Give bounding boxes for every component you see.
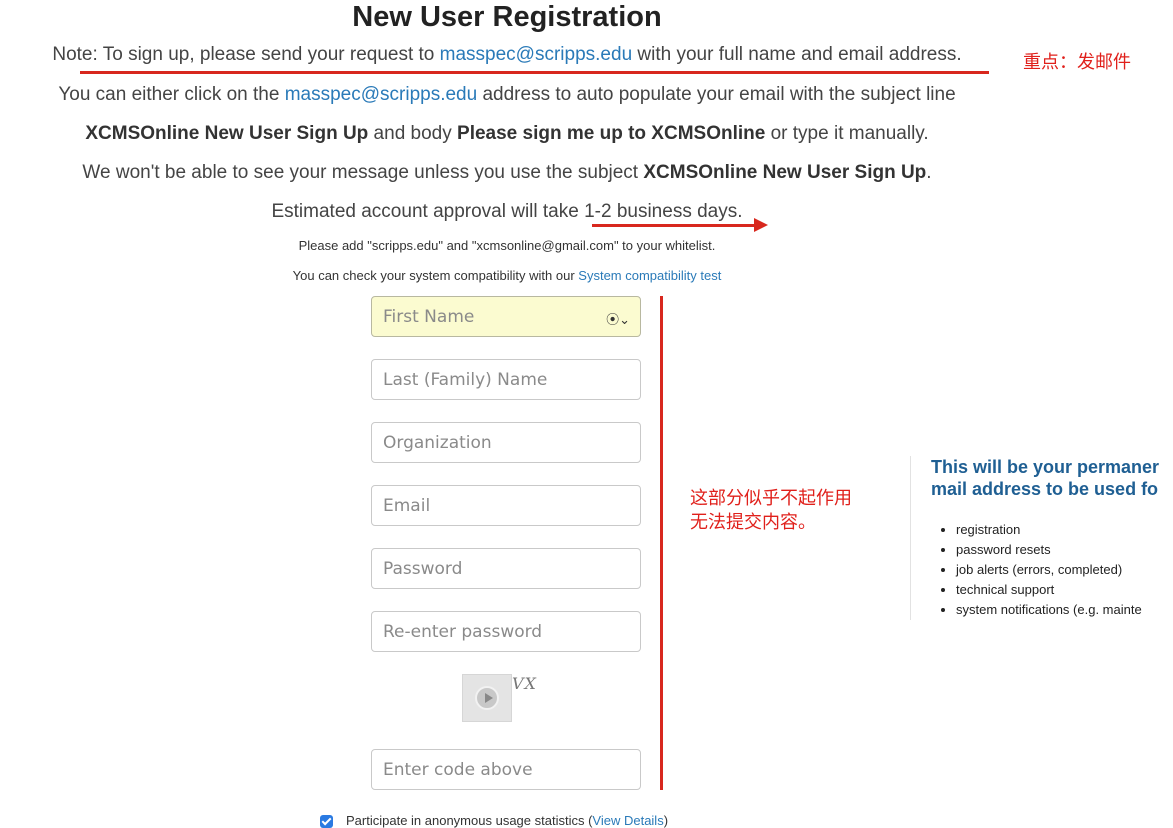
- annotation-vertical-line: [660, 296, 663, 790]
- annotation-key-point: 重点：发邮件: [1023, 52, 1131, 73]
- info-title-line-1: This will be your permaner: [931, 457, 1160, 477]
- compat-line: You can check your system compatibility …: [0, 268, 1014, 283]
- line4-text-2: .: [926, 162, 932, 183]
- user-circle-icon[interactable]: ⦿⌄: [606, 309, 630, 328]
- note-email-link[interactable]: masspec@scripps.edu: [440, 44, 632, 65]
- organization-input[interactable]: [372, 423, 603, 462]
- page-title: New User Registration: [352, 1, 662, 33]
- captcha-code-field[interactable]: [371, 749, 641, 790]
- view-details-link[interactable]: View Details: [592, 813, 663, 828]
- body-bold: Please sign me up to XCMSOnline: [457, 123, 766, 144]
- note-text-2: with your full name and email address.: [632, 44, 962, 65]
- arrow-right-icon: [754, 218, 768, 232]
- info-item: registration: [956, 520, 1142, 540]
- organization-field[interactable]: [371, 422, 641, 463]
- annotation-underline: [80, 71, 989, 74]
- last-name-input[interactable]: [372, 360, 603, 399]
- approval-line: Estimated account approval will take 1-2…: [271, 201, 743, 222]
- usage-stats-text: Participate in anonymous usage statistic…: [346, 813, 593, 828]
- last-name-field[interactable]: [371, 359, 641, 400]
- line3-text-2: or type it manually.: [765, 123, 929, 144]
- compat-text: You can check your system compatibility …: [292, 268, 579, 283]
- subject-bold: XCMSOnline New User Sign Up: [85, 123, 369, 144]
- annotation-form-note-2: 无法提交内容。: [690, 512, 816, 533]
- info-list: registration password resets job alerts …: [956, 520, 1142, 620]
- play-icon[interactable]: [475, 686, 499, 710]
- info-panel: This will be your permaner mail address …: [910, 456, 1173, 620]
- password-input[interactable]: [372, 549, 603, 588]
- compat-test-link[interactable]: System compatibility test: [578, 268, 721, 283]
- whitelist-line: Please add "scripps.edu" and "xcmsonline…: [298, 238, 716, 253]
- info-item: system notifications (e.g. mainte: [956, 600, 1142, 620]
- reenter-password-field[interactable]: [371, 611, 641, 652]
- usage-stats-end: ): [663, 813, 669, 828]
- note-line: Note: To sign up, please send your reque…: [0, 44, 1014, 66]
- email-input[interactable]: [372, 486, 603, 525]
- info-title: This will be your permaner mail address …: [931, 456, 1159, 500]
- password-field[interactable]: [371, 548, 641, 589]
- instruction-line-2: You can either click on the masspec@scri…: [0, 84, 1014, 106]
- captcha-image: VX: [512, 674, 548, 708]
- instruction-line-4: We won't be able to see your message unl…: [0, 162, 1014, 184]
- captcha-text: VX: [512, 674, 537, 693]
- annotation-arrow-line: [592, 224, 756, 227]
- captcha-audio-box[interactable]: [462, 674, 512, 722]
- subject-bold-2: XCMSOnline New User Sign Up: [643, 162, 927, 183]
- line2-email-link[interactable]: masspec@scripps.edu: [285, 84, 477, 105]
- usage-stats-label: Participate in anonymous usage statistic…: [346, 813, 668, 828]
- instruction-line-3: XCMSOnline New User Sign Up and body Ple…: [0, 123, 1014, 145]
- first-name-input[interactable]: [372, 297, 603, 336]
- info-item: job alerts (errors, completed): [956, 560, 1142, 580]
- info-title-line-2: mail address to be used fo: [931, 479, 1159, 499]
- line4-text-1: We won't be able to see your message unl…: [82, 162, 644, 183]
- reenter-password-input[interactable]: [372, 612, 603, 651]
- info-item: technical support: [956, 580, 1142, 600]
- annotation-form-note: 这部分似乎不起作用 无法提交内容。: [690, 487, 852, 535]
- note-prefix: Note:: [52, 44, 103, 65]
- line2-text-1: You can either click on the: [58, 84, 285, 105]
- usage-stats-checkbox[interactable]: [320, 815, 333, 828]
- annotation-form-note-1: 这部分似乎不起作用: [690, 488, 852, 509]
- line2-text-2: address to auto populate your email with…: [477, 84, 956, 105]
- first-name-field[interactable]: ⦿⌄: [371, 296, 641, 337]
- email-field[interactable]: [371, 485, 641, 526]
- info-item: password resets: [956, 540, 1142, 560]
- line3-text-1: and body: [368, 123, 458, 144]
- captcha-code-input[interactable]: [372, 750, 603, 789]
- note-text-1: To sign up, please send your request to: [102, 44, 440, 65]
